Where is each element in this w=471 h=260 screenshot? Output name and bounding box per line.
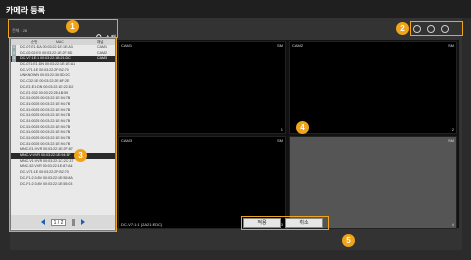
callout-badge-3: 3	[74, 149, 87, 162]
camera-index: 2	[451, 127, 454, 132]
camera-name: CAM2	[292, 43, 304, 48]
camera-resolution: SM	[448, 138, 454, 143]
callout-box-5	[241, 216, 329, 230]
callout-badge-5: 5	[342, 234, 355, 247]
callout-badge-1: 1	[66, 20, 79, 33]
camera-resolution: SM	[277, 43, 283, 48]
page-title: 카메라 등록	[6, 6, 46, 15]
camera-name: CAM3	[121, 138, 133, 143]
callout-badge-2: 2	[396, 22, 409, 35]
camera-name: CAM1	[121, 43, 133, 48]
header-bar: 카메라 등록	[0, 0, 471, 18]
callout-box-3	[9, 37, 117, 232]
camera-device-label: DC-V7:1:1 (2A21:EDC)	[121, 222, 163, 227]
camera-resolution: SM	[448, 43, 454, 48]
camera-view-1[interactable]: CAM1 SM 1	[118, 41, 286, 134]
callout-box-1	[8, 19, 118, 38]
callout-badge-4: 4	[296, 121, 309, 134]
callout-box-2	[410, 21, 463, 36]
camera-view-2[interactable]: CAM2 SM 2	[289, 41, 457, 134]
camera-grid: CAM1 SM 1 CAM2 SM 2 CAM3 SM DC-V7:1:1 (2…	[117, 40, 459, 229]
camera-index: 4	[451, 222, 454, 227]
camera-index: 1	[280, 127, 283, 132]
camera-resolution: SM	[277, 138, 283, 143]
